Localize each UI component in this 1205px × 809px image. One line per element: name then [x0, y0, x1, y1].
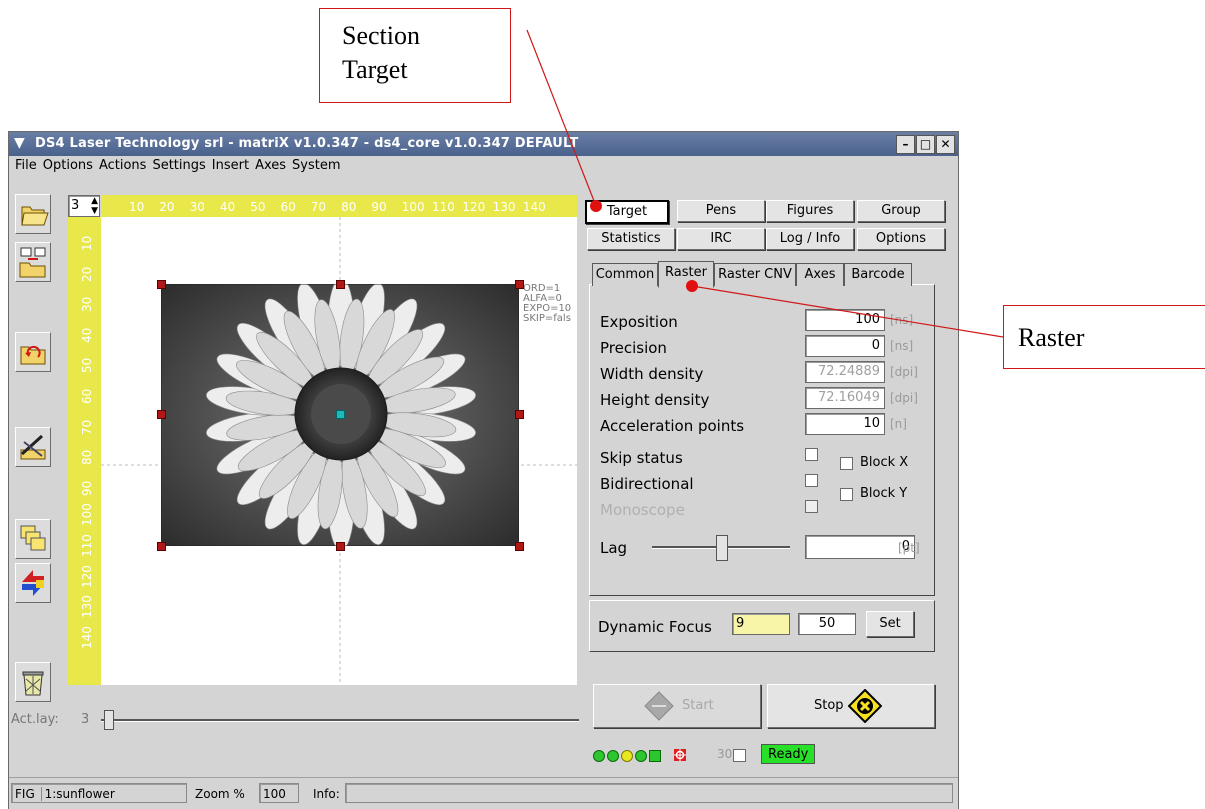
- callout-lines: [526, 29, 1004, 338]
